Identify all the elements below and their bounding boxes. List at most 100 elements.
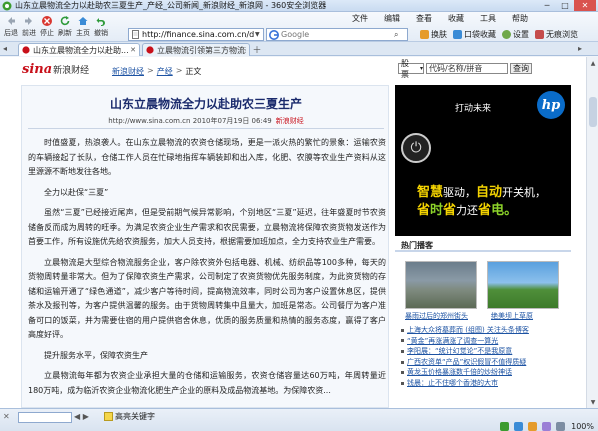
blog-thumbnail-flood[interactable] bbox=[405, 261, 477, 309]
blog-link[interactable]: 广西农资单“产品”权识假冒不值得质疑 bbox=[407, 357, 526, 368]
logo-finance-text: 新浪财经 bbox=[53, 66, 90, 76]
scroll-up-icon[interactable]: ▲ bbox=[588, 58, 598, 68]
private-icon bbox=[535, 30, 544, 39]
stock-search-input[interactable] bbox=[426, 63, 508, 74]
sina-favicon-icon bbox=[146, 46, 154, 54]
status-right: 100% bbox=[495, 422, 594, 431]
tab-scroll-left-icon[interactable]: ◂ bbox=[3, 44, 7, 53]
close-button[interactable]: ✕ bbox=[574, 0, 596, 11]
sina-finance-logo[interactable]: sina 新浪财经 bbox=[22, 62, 89, 77]
tab-close-icon[interactable]: ✕ bbox=[128, 46, 136, 54]
ad-slogan: 打动未来 bbox=[455, 104, 492, 114]
breadcrumb-separator: > bbox=[175, 66, 183, 75]
blog-link[interactable]: “黄金”再涨满涨了调查一算光 bbox=[407, 336, 498, 347]
shield-icon[interactable] bbox=[500, 422, 510, 431]
nav-buttons: 后退 前进 停止 刷新 主页 撤销 bbox=[2, 14, 110, 41]
article-subheading: 提升服务水平，保障农资生产 bbox=[44, 350, 148, 360]
menu-tools[interactable]: 工具 bbox=[480, 13, 496, 24]
skin-button[interactable]: 换肤 bbox=[420, 29, 447, 40]
google-icon bbox=[269, 29, 279, 40]
hot-blogs-panel: 热门播客 暴雨过后的郑州街头 绝美坝上草原 上海大众将墓葬而 (组图) 关注头条… bbox=[395, 237, 571, 408]
undo-label: 撤销 bbox=[94, 29, 108, 37]
list-item[interactable]: 上海大众将墓葬而 (组图) 关注头条博客 bbox=[401, 325, 569, 336]
home-button[interactable]: 主页 bbox=[74, 14, 92, 41]
breadcrumb-industry[interactable]: 产经 bbox=[157, 66, 173, 77]
power-plug-icon: ⏻ bbox=[401, 133, 431, 163]
list-item[interactable]: 黄龙玉价格暴涨数千倍的炒纷神话 bbox=[401, 367, 569, 378]
maximize-button[interactable]: □ bbox=[556, 0, 574, 11]
skin-label: 换肤 bbox=[431, 30, 447, 39]
search-input[interactable] bbox=[281, 30, 391, 39]
blog-link[interactable]: 上海大众将墓葬而 (组图) 关注头条博客 bbox=[407, 325, 529, 336]
ad-line-1: 智慧驱动，自动开关机， bbox=[417, 185, 547, 200]
stop-icon bbox=[42, 16, 52, 26]
list-item[interactable]: 李阳展：“统计幻觉论”不是我原意 bbox=[401, 346, 569, 357]
ad-line-2: 省时省力还省电。 bbox=[417, 203, 518, 218]
highlight-label: 高亮关键字 bbox=[115, 412, 155, 421]
forward-button[interactable]: 前进 bbox=[20, 14, 38, 41]
find-input[interactable] bbox=[18, 412, 72, 423]
zoom-level[interactable]: 100% bbox=[571, 422, 594, 431]
article-paragraph: 立晨物流是大型综合物流服务企业，客户除农资外包括电器、机械、纺织品等100多种，… bbox=[28, 257, 386, 340]
menu-edit[interactable]: 编辑 bbox=[384, 13, 400, 24]
new-tab-icon[interactable]: ＋ bbox=[252, 44, 262, 56]
search-box[interactable]: ⌕ bbox=[266, 28, 408, 41]
hp-logo: hp bbox=[537, 91, 565, 119]
article-source-link[interactable]: 新浪财经 bbox=[276, 117, 304, 125]
find-next-icon[interactable]: ▶ bbox=[83, 412, 89, 421]
private-browsing-button[interactable]: 无痕浏览 bbox=[535, 29, 578, 40]
refresh-button[interactable]: 刷新 bbox=[56, 14, 74, 41]
stock-query-button[interactable]: 查询 bbox=[510, 63, 532, 74]
blog-thumbnail-grassland[interactable] bbox=[487, 261, 559, 309]
list-item[interactable]: “黄金”再涨满涨了调查一算光 bbox=[401, 336, 569, 347]
back-button[interactable]: 后退 bbox=[2, 14, 20, 41]
list-item[interactable]: 广西农资单“产品”权识假冒不值得质疑 bbox=[401, 357, 569, 368]
pocket-favorites-button[interactable]: 口袋收藏 bbox=[453, 29, 496, 40]
blog-link[interactable]: 钱晨：止不住哪个香港的大市 bbox=[407, 378, 498, 389]
blog-caption[interactable]: 暴雨过后的郑州街头 bbox=[405, 311, 468, 321]
menu-favorites[interactable]: 收藏 bbox=[448, 13, 464, 24]
bullet-icon bbox=[401, 381, 404, 385]
stop-button[interactable]: 停止 bbox=[38, 14, 56, 41]
address-bar[interactable]: http://finance.sina.com.cn/d ▼ bbox=[128, 28, 264, 41]
bullet-icon bbox=[401, 328, 404, 332]
minimize-button[interactable]: ─ bbox=[538, 0, 556, 11]
sound-icon[interactable] bbox=[528, 422, 538, 431]
sina-favicon-icon bbox=[22, 46, 30, 54]
skin-icon bbox=[420, 30, 429, 39]
search-icon[interactable]: ⌕ bbox=[394, 30, 398, 40]
menu-help[interactable]: 帮助 bbox=[512, 13, 528, 24]
find-prev-icon[interactable]: ◀ bbox=[74, 412, 80, 421]
tab-scroll-right-icon[interactable]: ▸ bbox=[578, 44, 582, 53]
breadcrumb-finance[interactable]: 新浪财经 bbox=[112, 66, 144, 77]
stock-type-select[interactable]: 股票 bbox=[398, 59, 424, 79]
blog-caption[interactable]: 绝美坝上草原 bbox=[491, 311, 533, 321]
url-text[interactable]: http://finance.sina.com.cn/d bbox=[142, 30, 255, 39]
menu-view[interactable]: 查看 bbox=[416, 13, 432, 24]
scroll-thumb[interactable] bbox=[589, 97, 597, 127]
menu-file[interactable]: 文件 bbox=[352, 13, 368, 24]
blog-link[interactable]: 黄龙玉价格暴涨数千倍的炒纷神话 bbox=[407, 367, 512, 378]
tab-article[interactable]: 山东立晨物流全力以赴助... ✕ bbox=[18, 43, 140, 56]
scroll-down-icon[interactable]: ▼ bbox=[588, 397, 598, 407]
home-label: 主页 bbox=[76, 29, 90, 37]
pocket-label: 口袋收藏 bbox=[464, 30, 496, 39]
undo-icon bbox=[96, 18, 105, 26]
download-icon[interactable] bbox=[514, 422, 524, 431]
mail-icon[interactable] bbox=[542, 422, 552, 431]
tab-related[interactable]: 立晨物流引领第三方物流新模... bbox=[142, 43, 250, 56]
article: 山东立晨物流全力以赴助农三夏生产 http://www.sina.com.cn … bbox=[21, 85, 389, 408]
list-item[interactable]: 钱晨：止不住哪个香港的大市 bbox=[401, 378, 569, 389]
find-close-icon[interactable]: ✕ bbox=[3, 412, 10, 421]
undo-button[interactable]: 撤销 bbox=[92, 14, 110, 41]
address-dropdown-icon[interactable]: ▼ bbox=[255, 31, 263, 38]
zoom-icon[interactable] bbox=[556, 422, 566, 431]
page-viewport: sina 新浪财经 新浪财经 > 产经 > 正文 股票 查询 山东立晨物流全力以… bbox=[0, 57, 586, 408]
article-subheading: 全力以赴保“三夏” bbox=[44, 187, 109, 197]
highlight-keywords-button[interactable]: 高亮关键字 bbox=[104, 411, 155, 422]
hp-advertisement[interactable]: 打动未来 hp ⏻ 智慧驱动，自动开关机， 省时省力还省电。 bbox=[395, 85, 571, 236]
stop-label: 停止 bbox=[40, 29, 54, 37]
settings-button[interactable]: 设置 bbox=[502, 29, 529, 40]
blog-link[interactable]: 李阳展：“统计幻觉论”不是我原意 bbox=[407, 346, 512, 357]
vertical-scrollbar[interactable]: ▲ ▼ bbox=[586, 57, 598, 408]
